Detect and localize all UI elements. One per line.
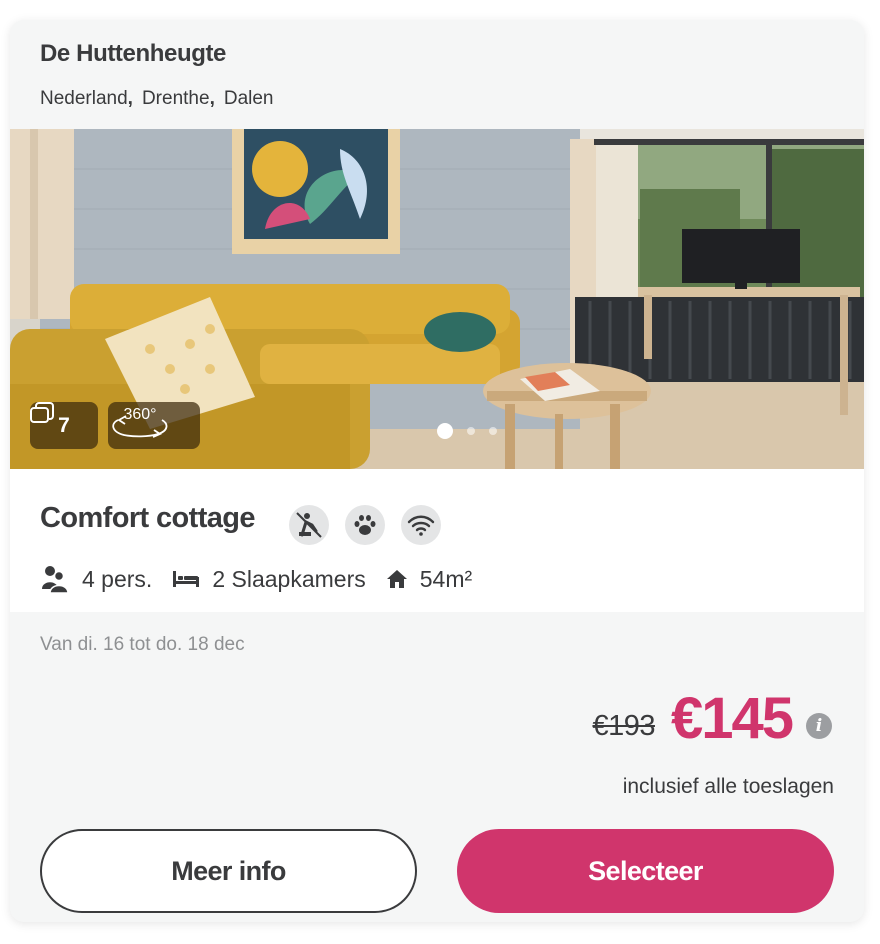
- wifi-icon: [407, 515, 435, 536]
- spec-persons: 4 pers.: [40, 565, 152, 593]
- location-city: Dalen: [223, 88, 274, 109]
- pet-paw-icon: [354, 515, 376, 535]
- location-separator: ,: [127, 88, 133, 109]
- rotate-360-icon: 360°: [112, 406, 168, 438]
- select-button[interactable]: Selecteer: [457, 829, 834, 913]
- carousel-dot[interactable]: [467, 427, 475, 435]
- location-country: Nederland: [40, 88, 128, 109]
- stay-dates: Van di. 16 tot do. 18 dec: [40, 634, 245, 655]
- info-icon[interactable]: i: [806, 713, 832, 739]
- no-smoking-icon: [296, 512, 322, 538]
- accommodation-card: De Huttenheugte Nederland, Drenthe, Dale…: [10, 20, 864, 922]
- carousel-dot-active[interactable]: [437, 423, 453, 439]
- photo-count: 7: [58, 413, 70, 437]
- bed-icon: [173, 571, 200, 587]
- park-name[interactable]: De Huttenheugte: [40, 40, 226, 68]
- spec-area: 54m²: [386, 566, 472, 593]
- feature-pets-allowed: [345, 505, 385, 545]
- price-note: inclusief alle toeslagen: [622, 775, 834, 798]
- accommodation-details: Comfort cottage 4 pers. 2 Slaapkamers 54…: [10, 469, 864, 612]
- bedrooms-count: 2 Slaapkamers: [212, 565, 366, 592]
- accommodation-name[interactable]: Comfort cottage: [40, 502, 256, 535]
- current-price: €145: [670, 686, 794, 751]
- photo-stack-icon: [30, 402, 54, 423]
- persons-icon: [42, 566, 69, 593]
- tour-360-label: 360°: [123, 406, 156, 423]
- location-separator: ,: [209, 88, 215, 109]
- feature-no-smoking: [289, 505, 329, 545]
- location-breadcrumb: Nederland, Drenthe, Dalen: [40, 88, 274, 110]
- carousel-dot[interactable]: [489, 427, 497, 435]
- spec-bedrooms: 2 Slaapkamers: [172, 565, 366, 593]
- photo-carousel[interactable]: 7 360°: [10, 129, 864, 469]
- card-header: De Huttenheugte Nederland, Drenthe, Dale…: [10, 20, 864, 129]
- location-province: Drenthe: [141, 88, 210, 109]
- persons-count: 4 pers.: [82, 565, 153, 592]
- house-icon: [386, 570, 407, 588]
- old-price: €193: [592, 710, 655, 742]
- more-info-button[interactable]: Meer info: [40, 829, 417, 913]
- carousel-dots: [437, 423, 497, 439]
- price-row: €193 €145 i: [592, 690, 832, 748]
- photo-count-badge[interactable]: 7: [30, 402, 98, 449]
- pricing-panel: Van di. 16 tot do. 18 dec €193 €145 i in…: [10, 612, 864, 922]
- tour-360-button[interactable]: 360°: [108, 402, 200, 449]
- feature-wifi: [401, 505, 441, 545]
- accommodation-specs: 4 pers. 2 Slaapkamers 54m²: [40, 565, 492, 593]
- area-size: 54m²: [419, 565, 473, 592]
